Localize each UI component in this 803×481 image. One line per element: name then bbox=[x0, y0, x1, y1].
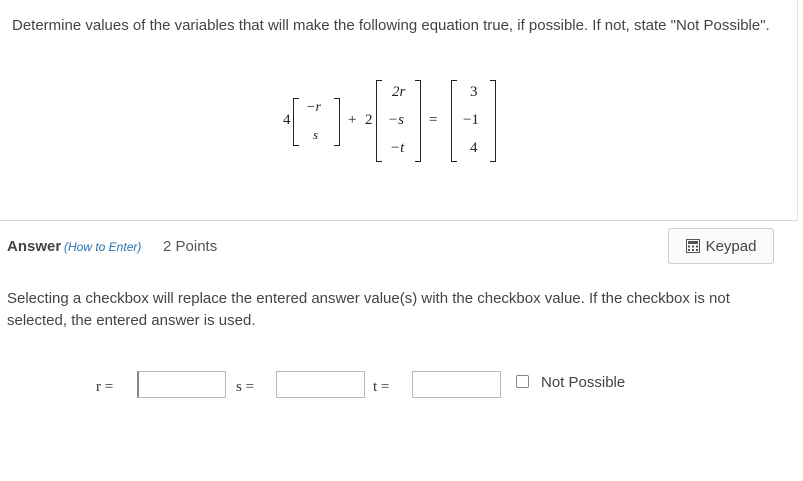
coefficient-2: 2 bbox=[365, 112, 373, 128]
points-label: 2 Points bbox=[163, 238, 218, 255]
matrix1-left-bracket bbox=[293, 98, 299, 146]
matrix1-right-bracket bbox=[334, 98, 340, 146]
checkbox-info-text: Selecting a checkbox will replace the en… bbox=[7, 290, 730, 329]
matrix-equation: 4 −r s + 2 2r −s −t = 3 −1 4 bbox=[0, 0, 800, 220]
matrix2-left-bracket bbox=[376, 80, 382, 162]
question-panel: Determine values of the variables that w… bbox=[0, 0, 798, 221]
how-to-enter-link[interactable]: (How to Enter) bbox=[64, 240, 141, 254]
t-input[interactable] bbox=[412, 371, 501, 398]
r-label: r = bbox=[96, 379, 114, 395]
answer-label: Answer bbox=[7, 238, 62, 255]
s-label: s = bbox=[236, 379, 255, 395]
matrix2-entry-3: −t bbox=[390, 140, 405, 156]
keypad-button[interactable]: Keypad bbox=[668, 228, 774, 264]
equals-sign: = bbox=[429, 112, 438, 128]
t-label: t = bbox=[373, 379, 390, 395]
keypad-icon bbox=[685, 239, 700, 253]
not-possible-checkbox[interactable] bbox=[516, 375, 529, 388]
matrix2-entry-2: −s bbox=[388, 112, 404, 128]
plus-sign: + bbox=[348, 112, 357, 128]
coefficient-4: 4 bbox=[283, 112, 291, 128]
matrix1-entry-2: s bbox=[313, 127, 319, 142]
matrix2-right-bracket bbox=[415, 80, 421, 162]
keypad-label: Keypad bbox=[705, 237, 757, 255]
matrix1-entry-1: −r bbox=[306, 100, 321, 115]
s-input[interactable] bbox=[276, 371, 365, 398]
matrix3-right-bracket bbox=[490, 80, 496, 162]
matrix3-entry-3: 4 bbox=[470, 140, 478, 156]
matrix3-left-bracket bbox=[451, 80, 457, 162]
matrix2-entry-1: 2r bbox=[392, 84, 406, 100]
matrix3-entry-2: −1 bbox=[463, 112, 479, 128]
r-input[interactable] bbox=[137, 371, 226, 398]
not-possible-label[interactable]: Not Possible bbox=[541, 374, 625, 391]
matrix3-entry-1: 3 bbox=[470, 84, 478, 100]
